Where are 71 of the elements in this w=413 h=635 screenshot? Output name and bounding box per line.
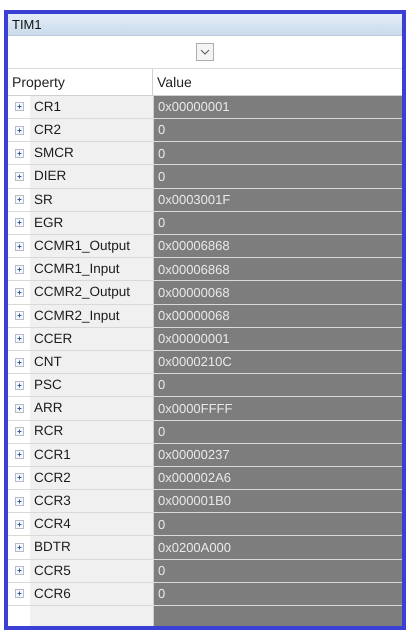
property-name-cell: PSC <box>30 374 153 396</box>
property-name-cell: CNT <box>30 350 153 374</box>
expand-icon[interactable] <box>14 264 24 274</box>
property-value-cell: 0 <box>153 212 402 234</box>
property-value-cell: 0x00000068 <box>153 281 402 304</box>
property-name-cell: SMCR <box>30 142 153 164</box>
property-name-cell: RCR <box>30 420 153 443</box>
property-name-cell: ARR <box>30 397 153 420</box>
expand-icon[interactable] <box>14 334 24 344</box>
dropdown-button[interactable] <box>196 42 214 61</box>
property-name-cell: CR2 <box>30 119 153 142</box>
property-name-cell: CCR1 <box>30 444 153 466</box>
property-name-cell: CCR6 <box>30 582 153 605</box>
expand-icon[interactable] <box>14 242 24 251</box>
column-header[interactable]: Property <box>8 69 153 95</box>
column-header[interactable]: Value <box>153 69 402 95</box>
property-value-cell: 0 <box>153 142 402 164</box>
expand-icon[interactable] <box>14 473 24 482</box>
expand-icon[interactable] <box>14 126 24 135</box>
property-value-cell: 0x000001B0 <box>153 490 402 512</box>
chevron-down-icon <box>200 48 210 55</box>
property-name-cell: CCMR2_Input <box>30 304 153 327</box>
property-name-cell: CCER <box>30 328 153 350</box>
property-value-cell: 0x00006868 <box>153 235 402 258</box>
property-value-cell: 0 <box>153 165 402 188</box>
property-name-cell: BDTR <box>30 536 153 559</box>
property-name-cell: CCMR1_Input <box>30 258 153 280</box>
property-name-cell: SR <box>30 188 153 211</box>
property-value-cell: 0x00000001 <box>153 328 402 350</box>
expand-icon[interactable] <box>14 218 24 228</box>
property-name-cell: CCR2 <box>30 466 153 490</box>
property-value-cell: 0x00000001 <box>153 96 402 118</box>
property-value-cell: 0x00000068 <box>153 304 402 327</box>
expand-icon[interactable] <box>14 404 24 413</box>
expand-icon[interactable] <box>14 380 24 390</box>
property-name-cell: CCR5 <box>30 560 153 582</box>
property-value-cell: 0x00000237 <box>153 444 402 466</box>
expand-icon[interactable] <box>14 566 24 576</box>
expand-icon[interactable] <box>14 450 24 460</box>
expand-icon[interactable] <box>14 311 24 320</box>
property-value-cell: 0x00006868 <box>153 258 402 280</box>
panel-title: TIM1 <box>12 16 42 34</box>
property-value-cell: 0 <box>153 374 402 396</box>
expand-icon[interactable] <box>14 589 24 598</box>
expand-icon[interactable] <box>14 496 24 506</box>
expand-icon[interactable] <box>14 543 24 552</box>
property-value-cell: 0 <box>153 119 402 142</box>
expand-icon[interactable] <box>14 520 24 529</box>
expand-icon[interactable] <box>14 148 24 158</box>
property-value-cell: 0 <box>153 420 402 443</box>
property-value-cell: 0x000002A6 <box>153 466 402 490</box>
property-name-cell: CCMR1_Output <box>30 235 153 258</box>
property-name-cell: EGR <box>30 212 153 234</box>
property-name-cell: CR1 <box>30 96 153 118</box>
property-value-cell: 0 <box>153 582 402 605</box>
expand-icon[interactable] <box>14 172 24 182</box>
property-value-cell: 0x0003001F <box>153 188 402 211</box>
expand-icon[interactable] <box>14 288 24 297</box>
property-name-cell: DIER <box>30 165 153 188</box>
property-name-cell: CCR3 <box>30 490 153 512</box>
expand-icon[interactable] <box>14 102 24 112</box>
expand-icon[interactable] <box>14 195 24 204</box>
expand-icon[interactable] <box>14 358 24 367</box>
property-value-cell: 0 <box>153 560 402 582</box>
property-name-cell: CCR4 <box>30 513 153 536</box>
property-value-cell: 0x0200A000 <box>153 536 402 559</box>
expand-icon[interactable] <box>14 427 24 436</box>
property-value-cell: 0 <box>153 513 402 536</box>
property-value-cell: 0x0000FFFF <box>153 397 402 420</box>
property-value-cell: 0x0000210C <box>153 350 402 374</box>
property-name-cell: CCMR2_Output <box>30 281 153 304</box>
